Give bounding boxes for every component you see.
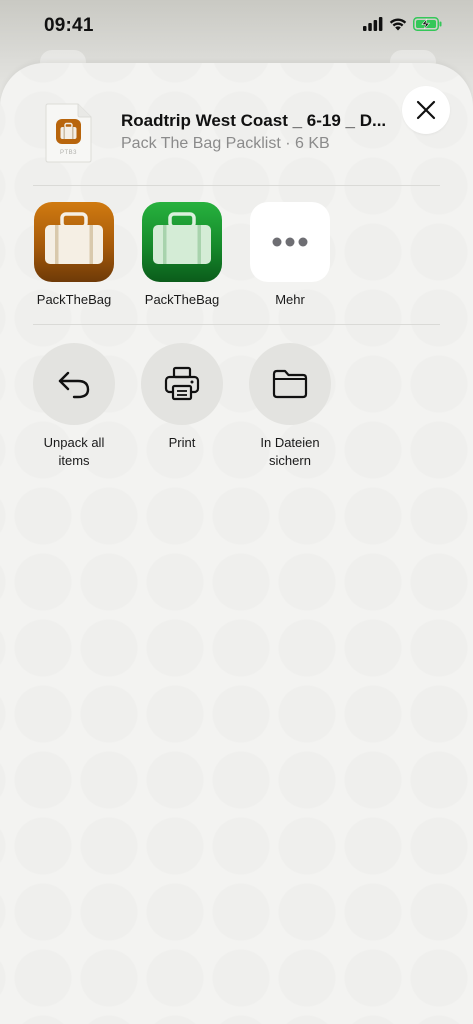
- status-icons: [363, 17, 443, 31]
- action-circle: [33, 343, 115, 425]
- more-icon: [272, 237, 308, 247]
- action-unpack-all-items[interactable]: Unpack all items: [19, 343, 129, 470]
- document-subtitle: Pack The Bag Packlist · 6 KB: [121, 135, 330, 152]
- action-label-line: items: [58, 453, 90, 468]
- cellular-signal-icon: [363, 17, 383, 31]
- share-sheet: PTB3 Roadtrip West Coast _ 6-19 _ D... P…: [0, 63, 473, 1024]
- suitcase-icon: [45, 212, 103, 264]
- action-label-line: sichern: [269, 453, 311, 468]
- folder-icon: [272, 369, 308, 399]
- app-icon: [250, 202, 330, 282]
- divider: [33, 185, 440, 186]
- app-packthebag-green[interactable]: PackTheBag: [132, 202, 232, 307]
- suitcase-icon: [153, 212, 211, 264]
- undo-arrow-icon: [58, 371, 90, 399]
- app-label: PackTheBag: [36, 292, 112, 307]
- file-type-label: PTB3: [59, 150, 77, 156]
- divider: [33, 324, 440, 325]
- close-button[interactable]: [402, 86, 450, 134]
- wifi-icon: [389, 18, 407, 31]
- action-label: Unpack all items: [19, 434, 129, 470]
- battery-charging-icon: [413, 17, 442, 31]
- app-packthebag-orange[interactable]: PackTheBag: [24, 202, 124, 307]
- status-time: 09:41: [44, 15, 94, 36]
- app-label: Mehr: [275, 292, 305, 307]
- action-save-to-files[interactable]: In Dateien sichern: [235, 343, 345, 470]
- printer-icon: [164, 366, 200, 401]
- document-title: Roadtrip West Coast _ 6-19 _ D...: [121, 111, 387, 130]
- app-more[interactable]: Mehr: [240, 202, 340, 307]
- close-icon: [416, 100, 436, 120]
- app-icon: [34, 202, 114, 282]
- app-icon: [142, 202, 222, 282]
- action-label: In Dateien sichern: [235, 434, 345, 470]
- app-label: PackTheBag: [144, 292, 220, 307]
- action-label-line: Print: [168, 435, 196, 450]
- action-circle: [141, 343, 223, 425]
- action-label: Print: [127, 434, 237, 452]
- action-label-line: Unpack all: [43, 435, 105, 450]
- action-label-line: In Dateien: [260, 435, 320, 450]
- action-print[interactable]: Print: [127, 343, 237, 452]
- action-circle: [249, 343, 331, 425]
- status-bar: 09:41: [0, 0, 473, 54]
- document-thumbnail: PTB3: [45, 103, 92, 163]
